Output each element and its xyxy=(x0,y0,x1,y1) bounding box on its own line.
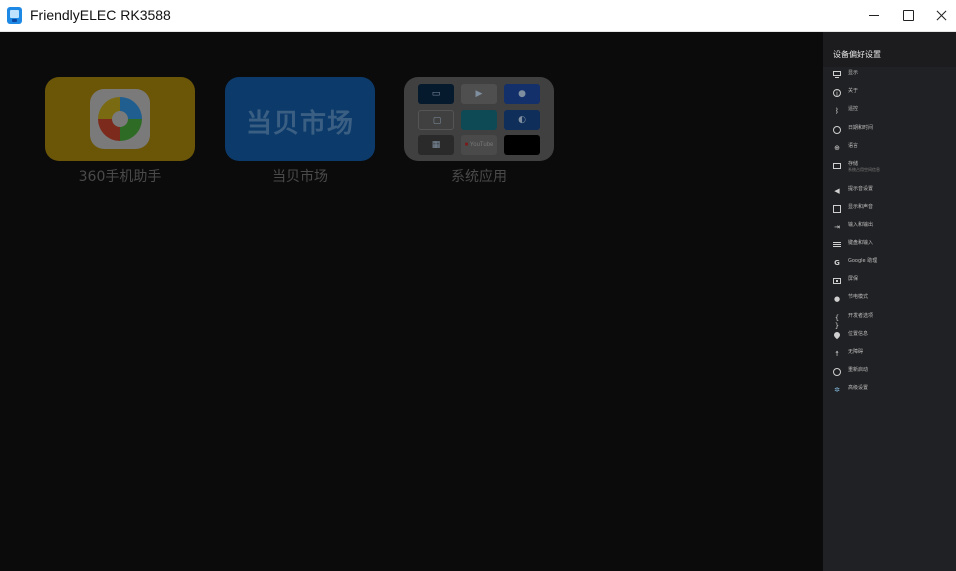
settings-item-sound[interactable]: ◀ 提示音设置 xyxy=(823,182,956,200)
settings-item-label: 开发者选项 xyxy=(848,313,874,319)
globe-icon: ⊕ xyxy=(834,144,840,152)
app-label-dangbei-market: 当贝市场 xyxy=(272,169,328,185)
settings-item-display[interactable]: 显示 xyxy=(823,66,956,84)
settings-item-label: 显示 xyxy=(848,70,859,76)
settings-panel: 设备偏好设置 显示 i 关于 ᛒ 遥控 日期和时间 ⊕ 语言 存储 系统占用空间… xyxy=(823,32,956,571)
360-assistant-icon xyxy=(90,89,150,149)
app-label-system-apps: 系统应用 xyxy=(451,169,507,185)
tv-app-icon: ▭ xyxy=(418,84,454,104)
minimize-button[interactable] xyxy=(857,0,891,32)
settings-item-location[interactable]: 位置信息 xyxy=(823,327,956,345)
youtube-label: YouTube xyxy=(469,142,494,148)
settings-item-label: 关于 xyxy=(848,88,859,94)
settings-item-label: 高级设置 xyxy=(848,385,869,391)
settings-item-google-assistant[interactable]: G Google 助理 xyxy=(823,254,956,272)
app-icon xyxy=(7,7,22,24)
settings-item-sublabel: 系统占用空间信息 xyxy=(848,167,880,172)
launcher-home: 360手机助手 当贝市场 当贝市场 ▭ ▶ ● ▢ ◐ ▦ ■ YouTube … xyxy=(0,32,823,571)
keyboard-icon xyxy=(833,241,841,249)
settings-item-remote[interactable]: ᛒ 遥控 xyxy=(823,102,956,120)
clock-icon xyxy=(833,126,841,134)
play-store-icon: ▶ xyxy=(461,84,497,104)
settings-item-storage[interactable]: 存储 系统占用空间信息 xyxy=(823,157,956,181)
info-icon: i xyxy=(833,89,841,98)
settings-item-developer-options[interactable]: { } 开发者选项 xyxy=(823,309,956,330)
settings-item-accessibility[interactable]: ☨ 无障碍 xyxy=(823,345,956,363)
window-title: FriendlyELEC RK3588 xyxy=(30,7,171,23)
input-icon: ⇥ xyxy=(834,223,840,231)
lightbulb-icon: ● xyxy=(833,295,841,303)
settings-item-picture-sound[interactable]: 显示和声音 xyxy=(823,200,956,218)
files-app-icon: ▢ xyxy=(418,110,454,130)
settings-item-label: 屏保 xyxy=(848,276,859,282)
settings-item-language[interactable]: ⊕ 语言 xyxy=(823,139,956,157)
storage-icon xyxy=(833,162,841,170)
settings-panel-title: 设备偏好设置 xyxy=(833,50,881,59)
picture-icon xyxy=(833,205,841,213)
settings-item-label: 无障碍 xyxy=(848,349,864,355)
blank-app-icon xyxy=(504,135,540,155)
app-tile-360-assistant[interactable] xyxy=(45,77,195,161)
settings-item-label: 节电模式 xyxy=(848,294,869,300)
settings-item-keyboard[interactable]: 键盘和输入 xyxy=(823,236,956,254)
settings-item-label: 提示音设置 xyxy=(848,186,874,192)
youtube-icon: ■ YouTube xyxy=(461,135,497,155)
settings-item-date-time[interactable]: 日期和时间 xyxy=(823,121,956,139)
display-icon xyxy=(833,71,841,79)
settings-item-label: 位置信息 xyxy=(848,331,869,337)
settings-panel-header: 设备偏好设置 xyxy=(823,32,956,67)
settings-item-about[interactable]: i 关于 xyxy=(823,84,956,102)
settings-item-label: 显示和声音 xyxy=(848,204,874,210)
app-tile-system-apps[interactable]: ▭ ▶ ● ▢ ◐ ▦ ■ YouTube xyxy=(404,77,554,161)
google-icon: G xyxy=(834,259,840,267)
settings-item-label: 语言 xyxy=(848,143,859,149)
close-button[interactable] xyxy=(925,0,956,32)
settings-item-label: 输入和输出 xyxy=(848,222,874,228)
developer-icon: { } xyxy=(834,314,840,330)
gear-icon: ✲ xyxy=(834,386,840,394)
accessibility-icon: ☨ xyxy=(835,350,839,358)
settings-item-screensaver[interactable]: 屏保 xyxy=(823,272,956,290)
dangbei-logo: 当贝市场 xyxy=(245,109,354,139)
settings-item-inputs[interactable]: ⇥ 输入和输出 xyxy=(823,218,956,236)
settings-item-power-saving[interactable]: ● 节电模式 xyxy=(823,290,956,308)
settings-item-restart[interactable]: 重新启动 xyxy=(823,363,956,381)
media-app-icon xyxy=(461,110,497,130)
app-tile-dangbei-market[interactable]: 当贝市场 xyxy=(225,77,375,161)
settings-item-advanced[interactable]: ✲ 高级设置 xyxy=(823,381,956,399)
settings-item-label: Google 助理 xyxy=(848,258,878,264)
settings-item-label: 重新启动 xyxy=(848,367,869,373)
title-bar: FriendlyELEC RK3588 xyxy=(0,0,956,32)
location-icon xyxy=(833,332,841,340)
qr-app-icon: ▦ xyxy=(418,135,454,155)
bluetooth-icon: ᛒ xyxy=(834,107,840,115)
sound-icon: ◀ xyxy=(834,187,840,195)
camera-app-icon: ● xyxy=(504,84,540,104)
music-app-icon: ◐ xyxy=(504,110,540,130)
power-icon xyxy=(833,368,841,376)
settings-item-label: 遥控 xyxy=(848,106,859,112)
screensaver-icon xyxy=(833,277,841,285)
app-label-360-assistant: 360手机助手 xyxy=(78,169,162,185)
settings-item-label: 日期和时间 xyxy=(848,125,874,131)
settings-item-label: 键盘和输入 xyxy=(848,240,874,246)
maximize-button[interactable] xyxy=(891,0,925,32)
